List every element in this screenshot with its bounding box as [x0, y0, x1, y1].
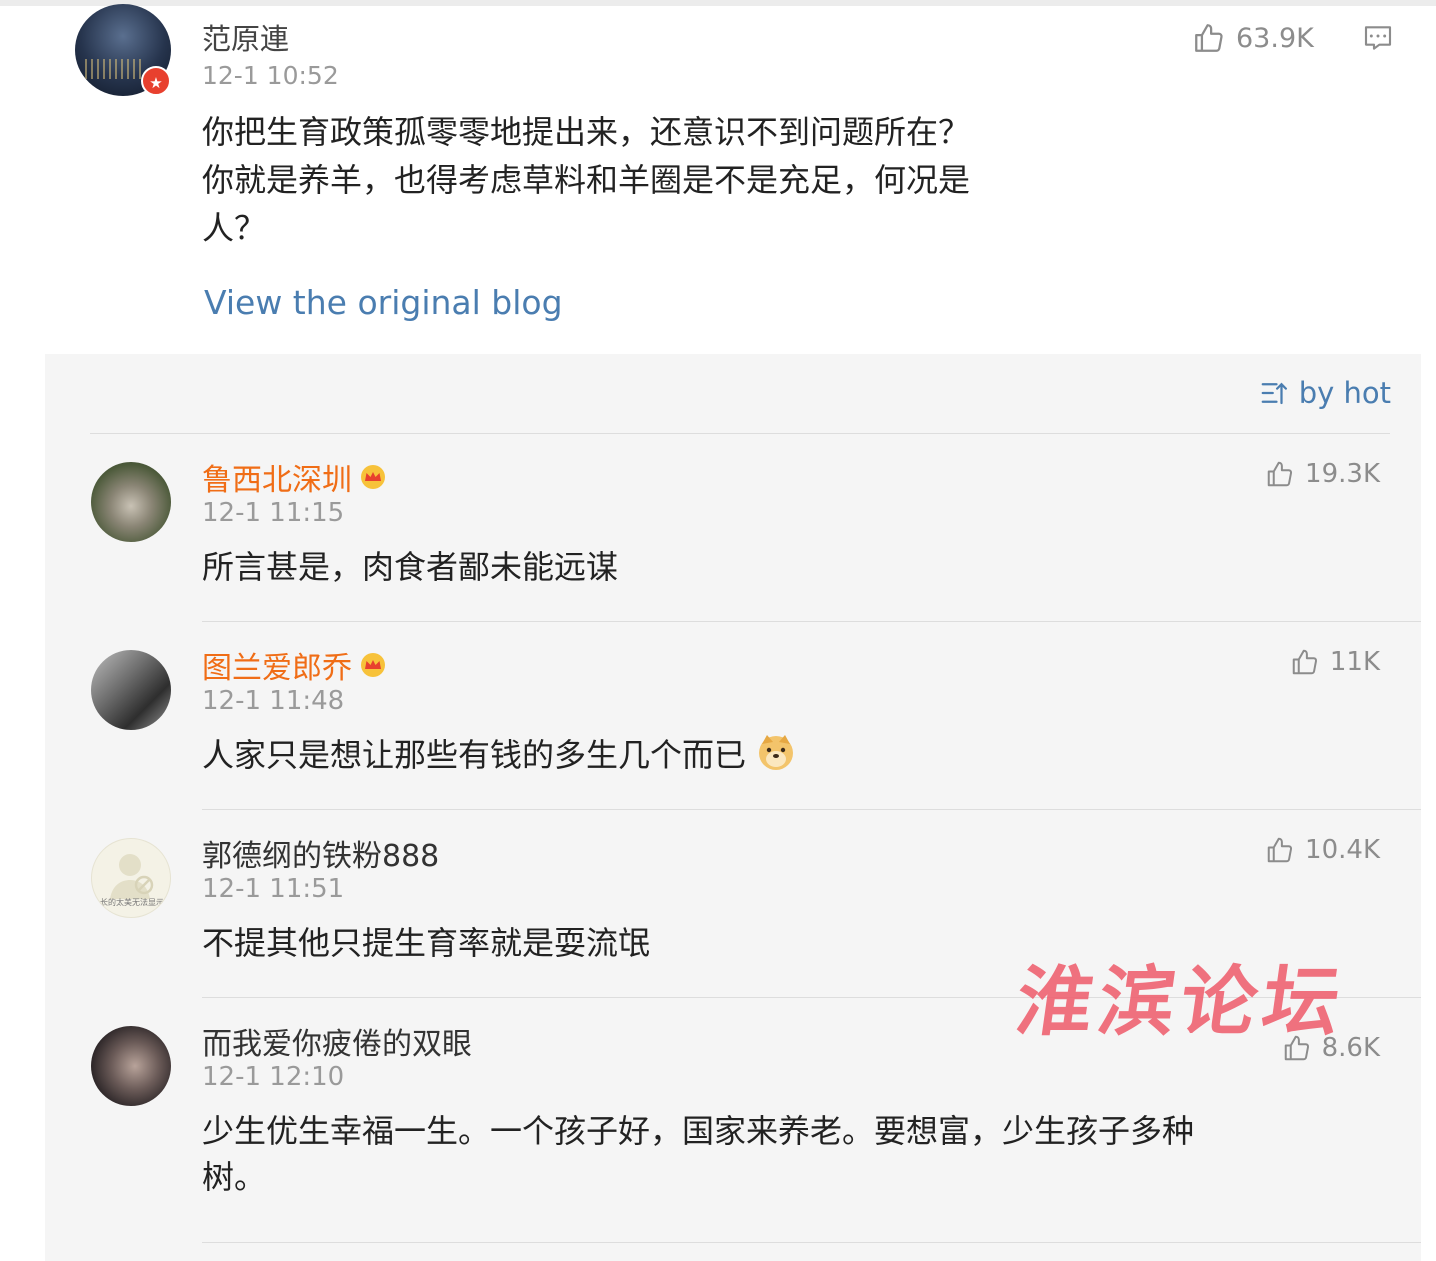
view-original-blog-link[interactable]: View the original blog	[204, 283, 563, 322]
sort-icon	[1261, 382, 1287, 405]
commenter-name[interactable]: 鲁西北深圳	[202, 455, 388, 499]
post-text-line: 你就是养羊，也得考虑草料和羊圈是不是充足，何况是	[202, 161, 971, 199]
comment-like-button[interactable]: 11K	[1290, 643, 1380, 681]
comment-timestamp: 12-1 11:51	[202, 874, 345, 904]
comment-like-count: 11K	[1329, 647, 1380, 677]
post-text: 你把生育政策孤零零地提出来，还意识不到问题所在？ 你就是养羊，也得考虑草料和羊圈…	[202, 108, 1062, 252]
commenter-avatar[interactable]	[91, 462, 171, 542]
crown-icon	[361, 465, 385, 489]
commenter-name-text: 而我爱你疲倦的双眼	[202, 1027, 472, 1062]
comments-panel: by hot 鲁西北深圳 12-1 11:15 所言甚是，肉食者鄙未能远谋 19…	[45, 354, 1421, 1261]
comment-like-count: 10.4K	[1305, 835, 1380, 865]
post-like-button[interactable]: 63.9K	[1192, 18, 1314, 58]
commenter-name-text: 鲁西北深圳	[202, 463, 352, 498]
comment-icon[interactable]	[1362, 22, 1394, 54]
post-text-line: 人？	[202, 209, 267, 247]
divider	[202, 1242, 1421, 1243]
divider	[202, 621, 1421, 622]
comment-text-line: 少生优生幸福一生。一个孩子好，国家来养老。要想富，少生孩子多种	[202, 1112, 1195, 1150]
post-text-line: 你把生育政策孤零零地提出来，还意识不到问题所在？	[202, 113, 971, 151]
verified-badge-icon: ★	[141, 66, 171, 96]
doge-emoji	[759, 735, 794, 770]
commenter-avatar[interactable]	[91, 650, 171, 730]
post-author-name[interactable]: 范原連	[202, 16, 289, 58]
comment-like-button[interactable]: 19.3K	[1265, 455, 1380, 493]
commenter-avatar[interactable]: 长的太美无法显示	[91, 838, 171, 918]
thumbs-up-icon	[1292, 649, 1317, 675]
thumbs-up-icon	[1195, 24, 1223, 52]
top-divider	[0, 0, 1436, 6]
commenter-name[interactable]: 郭德纲的铁粉888	[202, 831, 439, 875]
commenter-avatar[interactable]	[91, 1026, 171, 1106]
comment-text-content: 人家只是想让那些有钱的多生几个而已	[202, 736, 747, 774]
comment-timestamp: 12-1 11:15	[202, 498, 345, 528]
comment-text-line: 树。	[202, 1158, 267, 1196]
sort-by-hot-button[interactable]: by hot	[1259, 376, 1391, 410]
sort-label: by hot	[1298, 376, 1391, 410]
divider	[202, 809, 1421, 810]
comment-timestamp: 12-1 12:10	[202, 1062, 345, 1092]
comment-like-count: 19.3K	[1305, 459, 1380, 489]
commenter-name-text: 图兰爱郎乔	[202, 651, 352, 686]
comment-timestamp: 12-1 11:48	[202, 686, 345, 716]
watermark-text: 淮滨论坛	[1010, 957, 1352, 1046]
avatar-caption: 长的太美无法显示	[100, 898, 164, 907]
post-like-count: 63.9K	[1236, 22, 1314, 54]
comment-text: 人家只是想让那些有钱的多生几个而已	[202, 732, 1352, 778]
commenter-name[interactable]: 而我爱你疲倦的双眼	[202, 1019, 472, 1063]
commenter-name-text: 郭德纲的铁粉888	[202, 839, 440, 874]
commenter-name[interactable]: 图兰爱郎乔	[202, 643, 388, 687]
post-timestamp: 12-1 10:52	[202, 61, 339, 90]
thumbs-up-icon	[1267, 461, 1293, 487]
comment-text: 少生优生幸福一生。一个孩子好，国家来养老。要想富，少生孩子多种 树。	[202, 1108, 1352, 1200]
thumbs-up-icon	[1267, 837, 1293, 863]
divider	[90, 433, 1390, 434]
comment-like-button[interactable]: 10.4K	[1265, 831, 1380, 869]
comment-text: 所言甚是，肉食者鄙未能远谋	[202, 548, 619, 586]
crown-icon	[361, 653, 385, 677]
